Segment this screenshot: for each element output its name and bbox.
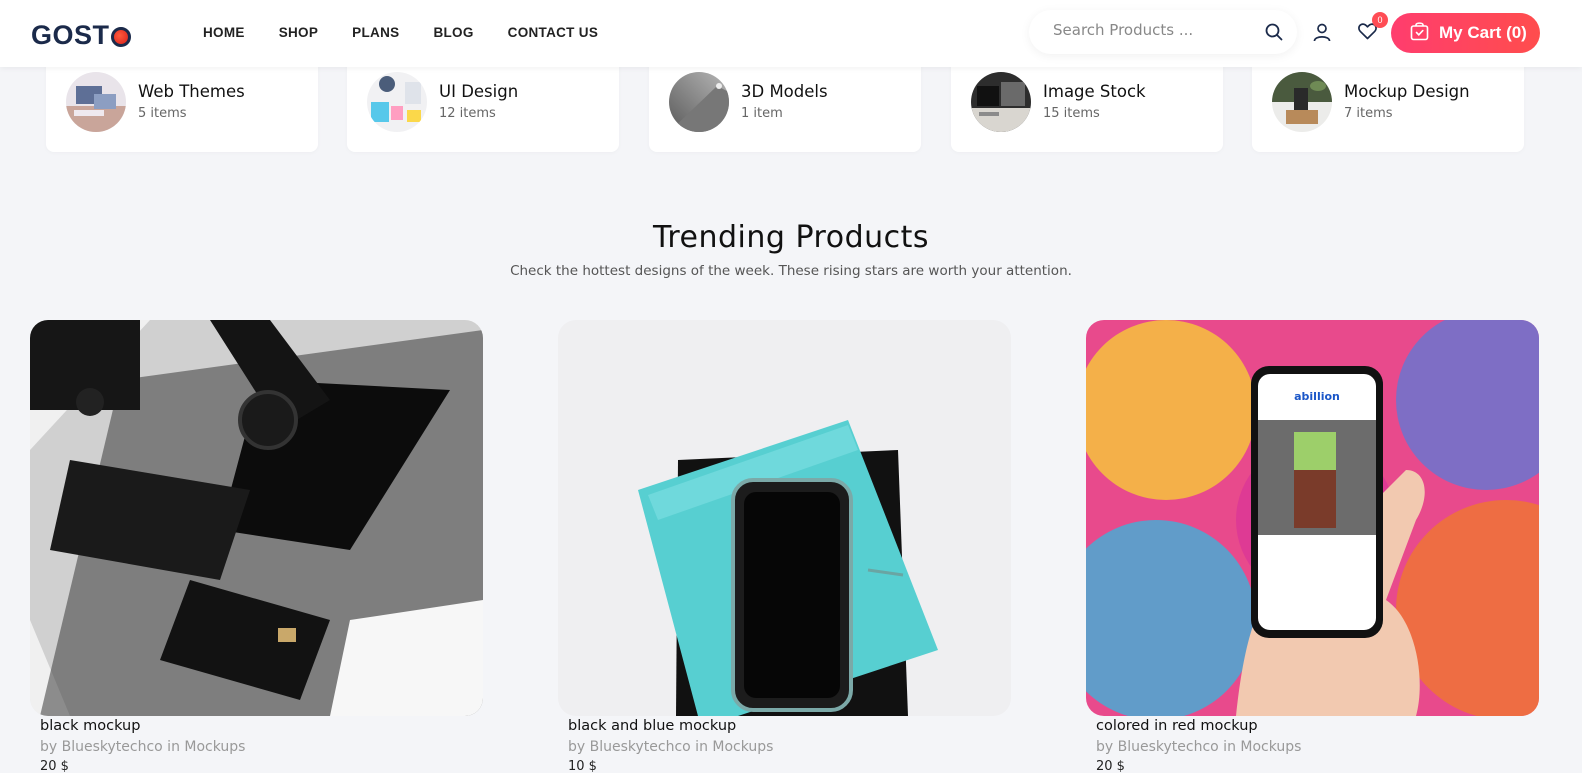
category-count: 12 items [439, 106, 496, 121]
section-subtitle: Check the hottest designs of the week. T… [510, 263, 1072, 279]
category-count: 7 items [1344, 106, 1393, 121]
my-cart-button[interactable]: My Cart (0) [1391, 13, 1540, 53]
product-image[interactable] [558, 320, 1011, 716]
category-name: Image Stock [1043, 82, 1146, 101]
product-author[interactable]: by Blueskytechco in Mockups [40, 739, 245, 755]
site-header: GOST HOME SHOP PLANS BLOG CONTACT US 0 M… [0, 0, 1582, 67]
category-card-web-themes[interactable]: Web Themes 5 items [46, 52, 318, 152]
product-price: 10 $ [568, 759, 597, 773]
nav-home[interactable]: HOME [203, 25, 245, 40]
search-input[interactable] [1053, 21, 1253, 39]
section-title: Trending Products [652, 220, 930, 255]
product-name[interactable]: black and blue mockup [568, 718, 736, 734]
product-card-black-and-blue-mockup[interactable]: black and blue mockup by Blueskytechco i… [558, 320, 1011, 773]
category-card-ui-design[interactable]: UI Design 12 items [347, 52, 619, 152]
category-card-image-stock[interactable]: Image Stock 15 items [951, 52, 1223, 152]
category-card-3d-models[interactable]: 3D Models 1 item [649, 52, 921, 152]
wishlist-count-badge: 0 [1372, 12, 1388, 28]
search-box [1029, 10, 1297, 54]
category-count: 15 items [1043, 106, 1100, 121]
search-icon[interactable] [1265, 23, 1283, 45]
logo-text: GOST [31, 20, 110, 50]
shopping-bag-icon [1410, 21, 1429, 45]
cart-label: My Cart (0) [1439, 23, 1527, 42]
nav-blog[interactable]: BLOG [433, 25, 473, 40]
product-card-black-mockup[interactable]: black mockup by Blueskytechco in Mockups… [30, 320, 483, 773]
category-thumbnail [669, 72, 729, 132]
category-count: 1 item [741, 106, 783, 121]
main-nav: HOME SHOP PLANS BLOG CONTACT US [203, 25, 632, 40]
logo[interactable]: GOST [31, 20, 131, 51]
product-author[interactable]: by Blueskytechco in Mockups [568, 739, 773, 755]
nav-contact-us[interactable]: CONTACT US [508, 25, 599, 40]
category-card-mockup-design[interactable]: Mockup Design 7 items [1252, 52, 1524, 152]
category-name: 3D Models [741, 82, 828, 101]
product-card-colored-in-red-mockup[interactable]: abillion colored in red mockup by Bluesk… [1086, 320, 1539, 773]
category-thumbnail [1272, 72, 1332, 132]
category-name: UI Design [439, 82, 519, 101]
category-count: 5 items [138, 106, 187, 121]
category-name: Mockup Design [1344, 82, 1470, 101]
category-thumbnail [66, 72, 126, 132]
category-name: Web Themes [138, 82, 245, 101]
user-icon[interactable] [1313, 23, 1331, 46]
product-price: 20 $ [40, 759, 69, 773]
nav-plans[interactable]: PLANS [352, 25, 399, 40]
nav-shop[interactable]: SHOP [279, 25, 318, 40]
product-name[interactable]: black mockup [40, 718, 140, 734]
product-author[interactable]: by Blueskytechco in Mockups [1096, 739, 1301, 755]
product-image[interactable]: abillion [1086, 320, 1539, 716]
logo-dot-icon [110, 26, 131, 47]
product-image[interactable] [30, 320, 483, 716]
svg-text:abillion: abillion [1294, 390, 1340, 403]
category-thumbnail [971, 72, 1031, 132]
product-price: 20 $ [1096, 759, 1125, 773]
product-name[interactable]: colored in red mockup [1096, 718, 1258, 734]
category-thumbnail [367, 72, 427, 132]
